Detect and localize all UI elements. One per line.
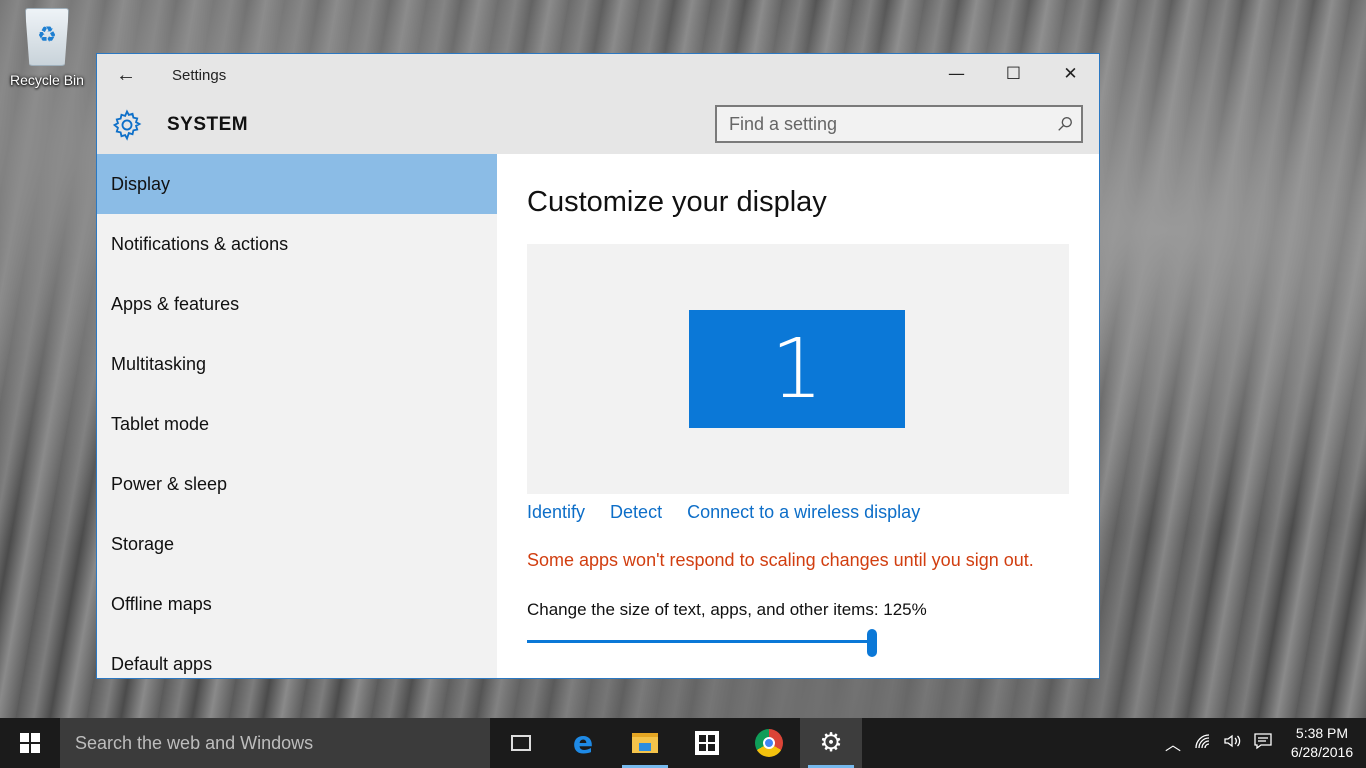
sidebar-item-offline-maps[interactable]: Offline maps — [97, 574, 497, 634]
title-bar: ← Settings — ☐ ✕ — [97, 54, 1099, 96]
recycle-bin-icon — [25, 8, 69, 66]
display-links: Identify Detect Connect to a wireless di… — [527, 502, 1099, 523]
sidebar-item-default-apps[interactable]: Default apps — [97, 634, 497, 678]
search-input[interactable] — [717, 113, 1049, 135]
slider-thumb[interactable] — [867, 629, 877, 657]
close-button[interactable]: ✕ — [1042, 54, 1099, 94]
sidebar-item-multitasking[interactable]: Multitasking — [97, 334, 497, 394]
network-icon[interactable] — [1188, 733, 1218, 753]
clock-date: 6/28/2016 — [1290, 744, 1354, 760]
chrome-icon — [755, 729, 783, 757]
system-tray: ︿ 5:38 PM 6/28/2016 — [1158, 718, 1366, 768]
taskbar-search-box[interactable]: Search the web and Windows — [60, 718, 490, 768]
display-arrangement-area: 1 — [527, 244, 1069, 494]
back-button[interactable]: ← — [97, 54, 155, 96]
windows-logo-icon — [20, 733, 40, 753]
clock-time: 5:38 PM — [1295, 725, 1349, 741]
monitor-1-tile[interactable]: 1 — [689, 310, 905, 428]
back-arrow-icon: ← — [116, 63, 136, 86]
store-icon — [695, 731, 719, 755]
chevron-up-icon[interactable]: ︿ — [1158, 731, 1188, 755]
edge-icon: e — [572, 725, 594, 761]
settings-sidebar: Display Notifications & actions Apps & f… — [97, 154, 497, 678]
section-title: SYSTEM — [167, 114, 249, 135]
task-view-button[interactable] — [490, 718, 552, 768]
identify-link[interactable]: Identify — [527, 502, 585, 523]
settings-gear-icon: ⚙ — [819, 728, 843, 758]
scaling-warning-text: Some apps won't respond to scaling chang… — [527, 550, 1034, 570]
sidebar-item-notifications[interactable]: Notifications & actions — [97, 214, 497, 274]
settings-taskbar-button[interactable]: ⚙ — [800, 718, 862, 768]
taskbar-clock[interactable]: 5:38 PM 6/28/2016 — [1278, 724, 1366, 762]
file-explorer-button[interactable] — [614, 718, 676, 768]
close-icon: ✕ — [1063, 64, 1078, 84]
settings-body: Display Notifications & actions Apps & f… — [97, 154, 1099, 678]
volume-icon[interactable] — [1218, 733, 1248, 753]
scale-slider[interactable] — [527, 626, 879, 657]
page-title: Customize your display — [527, 186, 827, 218]
slider-track[interactable] — [527, 640, 871, 643]
maximize-button[interactable]: ☐ — [985, 54, 1042, 94]
minimize-icon: — — [948, 64, 965, 84]
task-view-icon — [511, 735, 531, 751]
settings-header: SYSTEM — [97, 96, 1099, 154]
search-icon[interactable] — [1049, 115, 1081, 133]
scale-label: Change the size of text, apps, and other… — [527, 600, 927, 619]
store-button[interactable] — [676, 718, 738, 768]
display-settings-panel: Customize your display 1 Identify Detect… — [497, 154, 1099, 678]
sidebar-item-storage[interactable]: Storage — [97, 514, 497, 574]
start-button[interactable] — [0, 718, 60, 768]
recycle-bin-desktop-icon[interactable]: Recycle Bin — [4, 8, 90, 88]
system-gear-icon — [109, 107, 145, 143]
folder-icon — [632, 733, 658, 753]
sidebar-item-apps-features[interactable]: Apps & features — [97, 274, 497, 334]
recycle-bin-label: Recycle Bin — [10, 72, 84, 88]
maximize-icon: ☐ — [1005, 64, 1022, 84]
find-setting-search-box[interactable] — [715, 105, 1083, 143]
window-controls: — ☐ ✕ — [928, 54, 1099, 94]
edge-button[interactable]: e — [552, 718, 614, 768]
taskbar: Search the web and Windows e ⚙ ︿ 5:38 PM… — [0, 718, 1366, 768]
settings-window: ← Settings — ☐ ✕ SYSTEM Find a setting D… — [96, 53, 1100, 679]
chrome-button[interactable] — [738, 718, 800, 768]
sidebar-item-display[interactable]: Display — [97, 154, 497, 214]
action-center-icon[interactable] — [1248, 732, 1278, 754]
detect-link[interactable]: Detect — [610, 502, 662, 523]
window-title: Settings — [172, 66, 227, 84]
minimize-button[interactable]: — — [928, 54, 985, 94]
sidebar-item-tablet-mode[interactable]: Tablet mode — [97, 394, 497, 454]
connect-wireless-display-link[interactable]: Connect to a wireless display — [687, 502, 920, 523]
sidebar-item-power-sleep[interactable]: Power & sleep — [97, 454, 497, 514]
